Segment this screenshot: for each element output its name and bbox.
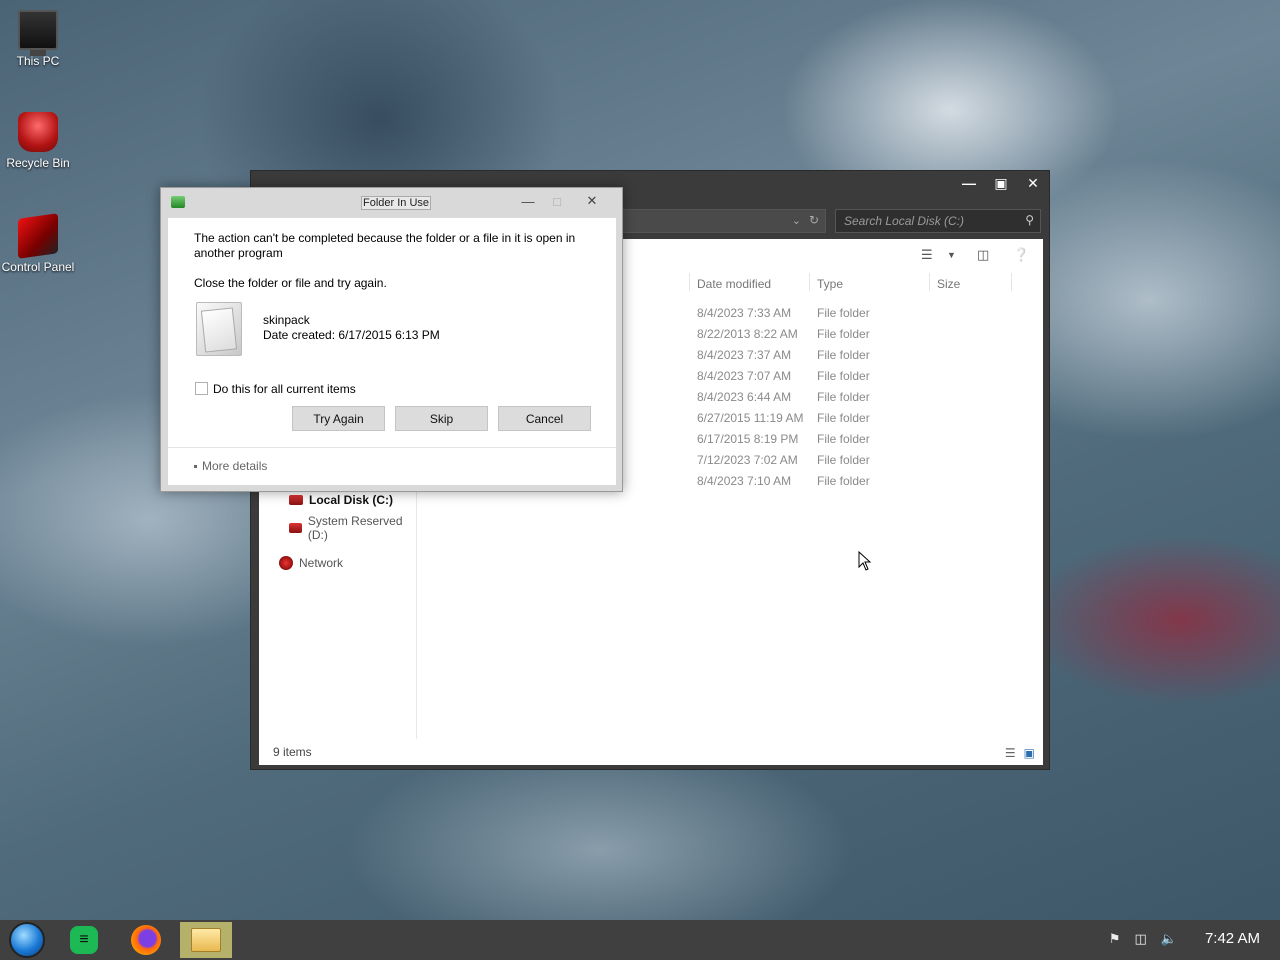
apply-all-label[interactable]: Do this for all current items [213, 382, 356, 396]
row-date: 8/4/2023 7:07 AM [697, 369, 792, 383]
help-icon[interactable]: ❔ [1013, 247, 1029, 263]
network-icon [279, 556, 293, 570]
volume-icon[interactable]: 🔈 [1161, 931, 1177, 947]
view-options-icon[interactable]: ☰ [921, 247, 933, 263]
search-input[interactable]: Search Local Disk (C:) ⚲ [835, 209, 1041, 233]
minimize-button[interactable]: — [953, 171, 985, 195]
computer-icon [18, 10, 58, 56]
maximize-button[interactable]: ▣ [985, 171, 1017, 195]
system-tray: ⚑ ◫ 🔈 7:42 AM [1109, 930, 1260, 947]
dialog-body: The action can't be completed because th… [168, 218, 616, 485]
column-separator [1011, 273, 1012, 291]
start-orb-icon [9, 922, 45, 958]
network-tray-icon[interactable]: ◫ [1134, 931, 1146, 947]
close-button[interactable]: ✕ [1017, 171, 1049, 195]
large-icons-view-icon[interactable]: ▣ [1024, 746, 1035, 760]
row-type: File folder [817, 432, 870, 446]
row-date: 8/4/2023 7:33 AM [697, 306, 792, 320]
view-switcher: ☰ ▣ [1005, 746, 1035, 760]
spotify-icon: ≡ [70, 926, 98, 954]
nav-item-system-reserved[interactable]: System Reserved (D:) [289, 514, 416, 542]
column-header-type[interactable]: Type [817, 277, 843, 291]
skip-button[interactable]: Skip [395, 406, 488, 431]
drive-icon [289, 495, 303, 505]
file-name: skinpack [263, 313, 310, 327]
column-separator [809, 273, 810, 291]
folder-icon [196, 302, 242, 356]
row-type: File folder [817, 306, 870, 320]
address-bar[interactable]: ⌄ ↻ [611, 209, 826, 233]
desktop-icon-label: Recycle Bin [6, 156, 70, 170]
file-date: Date created: 6/17/2015 6:13 PM [263, 328, 440, 342]
row-date: 8/22/2013 8:22 AM [697, 327, 798, 341]
maximize-button[interactable]: □ [545, 191, 569, 211]
taskbar-app-file-explorer[interactable] [180, 922, 232, 958]
desktop-icon-label: This PC [16, 54, 60, 68]
taskbar: ≡ ⚑ ◫ 🔈 7:42 AM [0, 920, 1280, 960]
nav-item-network[interactable]: Network [279, 556, 343, 570]
row-type: File folder [817, 390, 870, 404]
row-type: File folder [817, 348, 870, 362]
details-view-icon[interactable]: ☰ [1005, 746, 1016, 760]
nav-item-label: System Reserved (D:) [307, 514, 403, 542]
apply-all-checkbox[interactable] [195, 382, 208, 395]
more-details-toggle[interactable]: More details [194, 459, 267, 473]
chevron-down-icon[interactable]: ▼ [947, 250, 956, 260]
flag-icon[interactable]: ⚑ [1109, 931, 1121, 947]
navigation-pane: Local Disk (C:) System Reserved (D:) Net… [259, 489, 417, 739]
desktop-icon-this-pc[interactable]: This PC [0, 10, 76, 68]
control-panel-icon [18, 213, 58, 259]
window-caption-buttons: — ▣ ✕ [953, 171, 1049, 201]
column-separator [689, 273, 690, 291]
refresh-icon[interactable]: ↻ [809, 213, 819, 227]
dialog-instruction: Close the folder or file and try again. [194, 276, 387, 290]
desktop-icon-recycle-bin[interactable]: Recycle Bin [0, 112, 76, 170]
desktop-icon-label: Control Panel [1, 260, 75, 274]
row-type: File folder [817, 411, 870, 425]
divider [168, 447, 616, 448]
mouse-cursor-icon [858, 551, 872, 571]
bullet-icon [194, 465, 197, 469]
row-date: 6/27/2015 11:19 AM [697, 411, 804, 425]
start-button[interactable] [1, 922, 53, 958]
nav-item-label: Network [299, 556, 344, 570]
cancel-button[interactable]: Cancel [498, 406, 591, 431]
chevron-down-icon[interactable]: ⌄ [792, 214, 801, 227]
column-separator [929, 273, 930, 291]
column-header-date[interactable]: Date modified [697, 277, 771, 291]
row-type: File folder [817, 327, 870, 341]
column-header-size[interactable]: Size [937, 277, 960, 291]
row-type: File folder [817, 369, 870, 383]
more-details-label: More details [202, 459, 268, 473]
try-again-button[interactable]: Try Again [292, 406, 385, 431]
taskbar-app-spotify[interactable]: ≡ [58, 922, 110, 958]
dialog-message: The action can't be completed because th… [194, 231, 576, 260]
dialog-app-icon [171, 196, 185, 208]
row-date: 8/4/2023 7:10 AM [697, 474, 792, 488]
minimize-button[interactable]: — [516, 191, 540, 211]
nav-item-local-disk[interactable]: Local Disk (C:) [289, 493, 393, 507]
preview-pane-icon[interactable]: ◫ [977, 247, 989, 263]
drive-icon [289, 523, 302, 533]
search-icon[interactable]: ⚲ [1025, 213, 1034, 227]
status-bar-count: 9 items [273, 745, 312, 759]
search-placeholder: Search Local Disk (C:) [844, 214, 965, 228]
taskbar-app-firefox[interactable] [120, 922, 172, 958]
dialog-title: Folder In Use [361, 196, 432, 210]
row-date: 6/17/2015 8:19 PM [697, 432, 799, 446]
clock[interactable]: 7:42 AM [1205, 930, 1260, 947]
row-date: 8/4/2023 6:44 AM [697, 390, 792, 404]
firefox-icon [131, 925, 161, 955]
desktop-icon-control-panel[interactable]: Control Panel [0, 213, 76, 274]
close-button[interactable]: ✕ [580, 191, 604, 211]
dialog-title-bar[interactable]: Folder In Use — □ ✕ [161, 188, 622, 216]
folder-in-use-dialog: Folder In Use — □ ✕ The action can't be … [160, 187, 623, 492]
row-date: 7/12/2023 7:02 AM [697, 453, 798, 467]
folder-icon [191, 928, 221, 952]
recycle-bin-icon [18, 112, 58, 152]
nav-item-label: Local Disk (C:) [309, 493, 394, 507]
row-type: File folder [817, 453, 870, 467]
row-type: File folder [817, 474, 870, 488]
row-date: 8/4/2023 7:37 AM [697, 348, 792, 362]
